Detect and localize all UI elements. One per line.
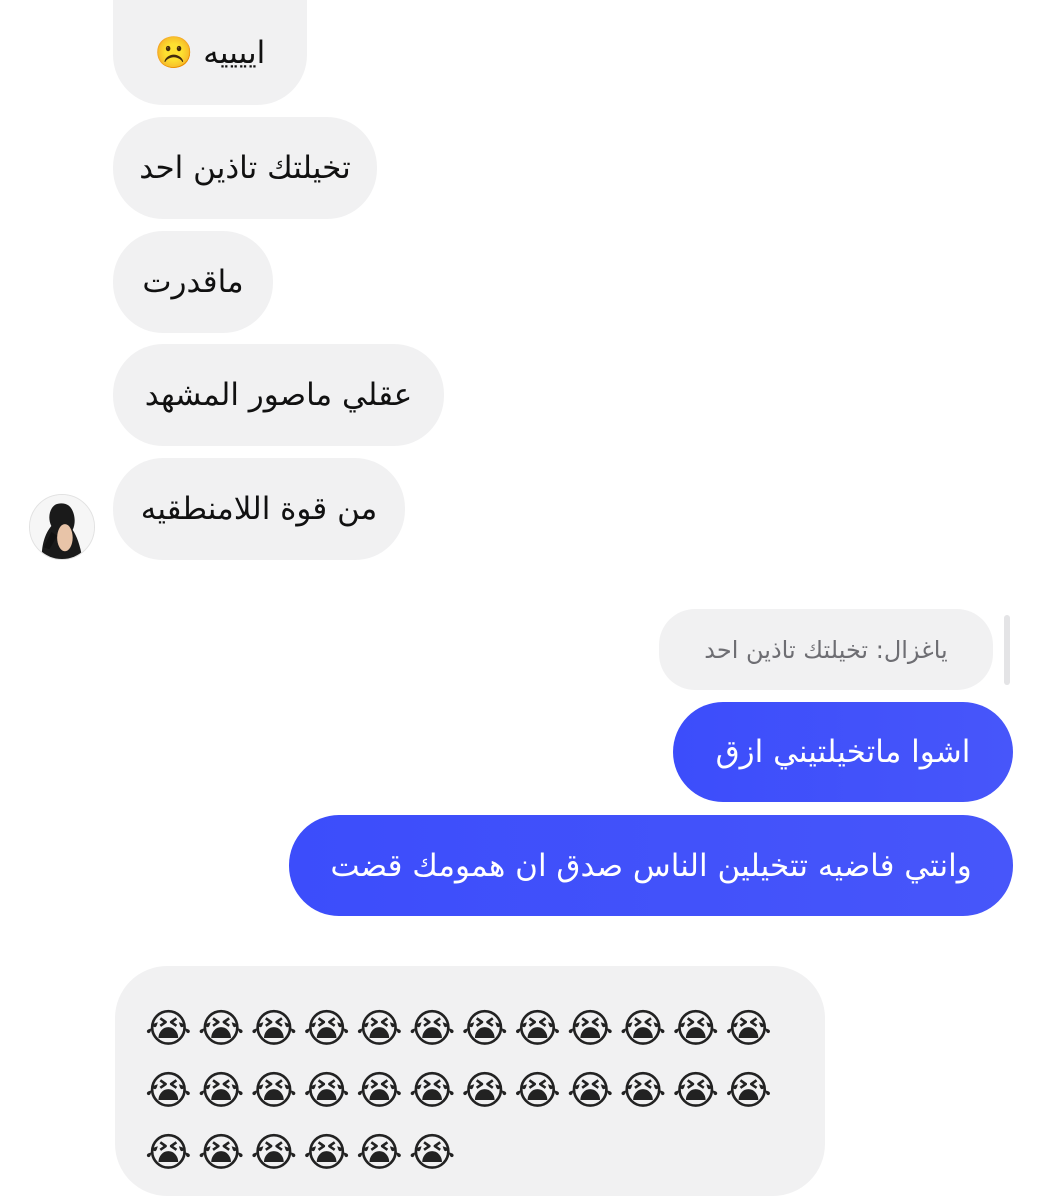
message-text: اشوا ماتخيلتيني ازق [715,734,971,770]
received-emoji-message[interactable]: 😭😭😭😭😭😭😭😭😭😭😭😭😭😭😭😭😭😭😭😭😭😭😭😭😭😭😭😭😭😭 [115,966,825,1196]
message-text: اييييه ☹️ [154,35,266,71]
received-message[interactable]: ماقدرت [113,231,273,333]
message-text: تخيلتك تاذين احد [139,150,351,186]
sent-message[interactable]: وانتي فاضيه تتخيلين الناس صدق ان همومك ق… [289,815,1013,916]
received-message[interactable]: عقلي ماصور المشهد [113,344,444,446]
received-message[interactable]: اييييه ☹️ [113,0,307,105]
message-text: وانتي فاضيه تتخيلين الناس صدق ان همومك ق… [330,847,972,884]
message-text: ماقدرت [142,264,244,300]
message-text: عقلي ماصور المشهد [144,377,413,413]
message-text: من قوة اللامنطقيه [140,491,378,527]
reply-quote[interactable]: ياغزال: تخيلتك تاذين احد [659,609,993,690]
contact-avatar[interactable] [29,494,95,560]
emoji-text: 😭😭😭😭😭😭😭😭😭😭😭😭😭😭😭😭😭😭😭😭😭😭😭😭😭😭😭😭😭😭 [145,1006,778,1176]
avatar-image [30,495,94,559]
reply-quote-text: ياغزال: تخيلتك تاذين احد [704,635,948,664]
reply-quote-indicator [1004,615,1010,685]
sent-message[interactable]: اشوا ماتخيلتيني ازق [673,702,1013,802]
received-message[interactable]: تخيلتك تاذين احد [113,117,377,219]
received-message[interactable]: من قوة اللامنطقيه [113,458,405,560]
